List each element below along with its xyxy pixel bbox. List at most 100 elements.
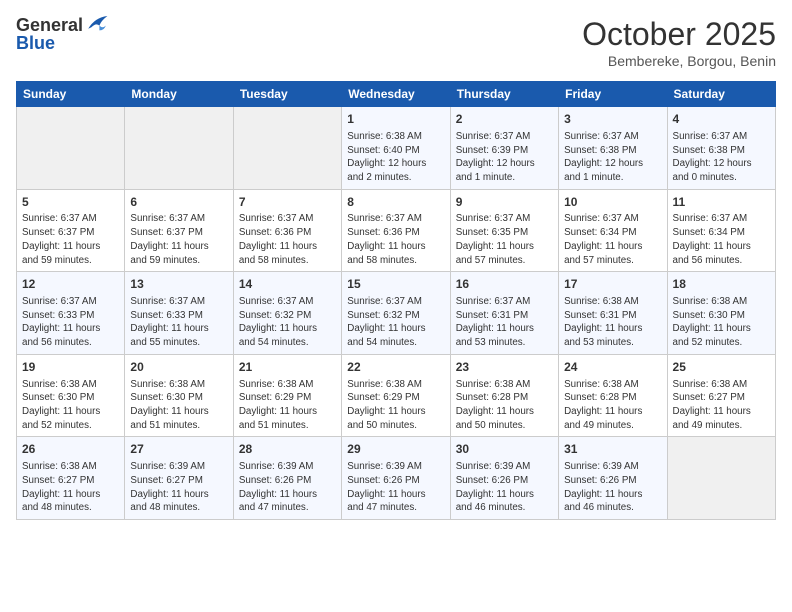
logo: General Blue — [16, 16, 109, 54]
day-info-text: Sunset: 6:32 PM — [239, 309, 336, 323]
calendar-cell: 6Sunrise: 6:37 AMSunset: 6:37 PMDaylight… — [125, 189, 233, 272]
day-info-text: Sunset: 6:39 PM — [456, 144, 553, 158]
weekday-header-monday: Monday — [125, 82, 233, 107]
day-info-text: Daylight: 12 hours — [456, 157, 553, 171]
day-info-text: Sunset: 6:35 PM — [456, 226, 553, 240]
day-info-text: and 1 minute. — [564, 171, 661, 185]
calendar-week-row: 1Sunrise: 6:38 AMSunset: 6:40 PMDaylight… — [17, 107, 776, 190]
day-info-text: Sunset: 6:29 PM — [239, 391, 336, 405]
day-info-text: Sunrise: 6:38 AM — [673, 378, 770, 392]
calendar-cell — [125, 107, 233, 190]
day-info-text: Sunrise: 6:38 AM — [347, 130, 444, 144]
day-info-text: Daylight: 11 hours — [456, 488, 553, 502]
weekday-header-row: SundayMondayTuesdayWednesdayThursdayFrid… — [17, 82, 776, 107]
calendar-cell: 14Sunrise: 6:37 AMSunset: 6:32 PMDayligh… — [233, 272, 341, 355]
calendar-cell: 28Sunrise: 6:39 AMSunset: 6:26 PMDayligh… — [233, 437, 341, 520]
day-info-text: Sunset: 6:40 PM — [347, 144, 444, 158]
day-info-text: Sunset: 6:30 PM — [673, 309, 770, 323]
day-info-text: Sunrise: 6:37 AM — [347, 212, 444, 226]
calendar-week-row: 26Sunrise: 6:38 AMSunset: 6:27 PMDayligh… — [17, 437, 776, 520]
day-info-text: Sunrise: 6:38 AM — [239, 378, 336, 392]
day-number: 18 — [673, 276, 770, 293]
day-info-text: Daylight: 11 hours — [564, 322, 661, 336]
day-number: 4 — [673, 111, 770, 128]
calendar-week-row: 19Sunrise: 6:38 AMSunset: 6:30 PMDayligh… — [17, 354, 776, 437]
day-info-text: Daylight: 11 hours — [673, 240, 770, 254]
day-info-text: Sunset: 6:29 PM — [347, 391, 444, 405]
calendar-cell: 4Sunrise: 6:37 AMSunset: 6:38 PMDaylight… — [667, 107, 775, 190]
day-info-text: and 50 minutes. — [456, 419, 553, 433]
calendar-week-row: 12Sunrise: 6:37 AMSunset: 6:33 PMDayligh… — [17, 272, 776, 355]
day-info-text: Sunrise: 6:38 AM — [456, 378, 553, 392]
calendar-table: SundayMondayTuesdayWednesdayThursdayFrid… — [16, 81, 776, 520]
day-info-text: Sunrise: 6:37 AM — [130, 295, 227, 309]
day-info-text: Sunset: 6:31 PM — [456, 309, 553, 323]
day-info-text: and 52 minutes. — [22, 419, 119, 433]
day-info-text: Sunset: 6:36 PM — [239, 226, 336, 240]
calendar-cell: 15Sunrise: 6:37 AMSunset: 6:32 PMDayligh… — [342, 272, 450, 355]
day-info-text: Daylight: 11 hours — [673, 405, 770, 419]
calendar-cell: 21Sunrise: 6:38 AMSunset: 6:29 PMDayligh… — [233, 354, 341, 437]
day-info-text: Sunrise: 6:38 AM — [564, 378, 661, 392]
day-info-text: Sunset: 6:36 PM — [347, 226, 444, 240]
day-info-text: Daylight: 11 hours — [22, 240, 119, 254]
logo-bird-icon — [85, 14, 109, 34]
day-info-text: Sunset: 6:33 PM — [22, 309, 119, 323]
day-info-text: Daylight: 11 hours — [22, 488, 119, 502]
day-info-text: Sunrise: 6:38 AM — [22, 460, 119, 474]
day-info-text: Sunrise: 6:38 AM — [22, 378, 119, 392]
calendar-cell: 20Sunrise: 6:38 AMSunset: 6:30 PMDayligh… — [125, 354, 233, 437]
calendar-cell: 16Sunrise: 6:37 AMSunset: 6:31 PMDayligh… — [450, 272, 558, 355]
day-number: 19 — [22, 359, 119, 376]
day-number: 22 — [347, 359, 444, 376]
day-info-text: and 51 minutes. — [130, 419, 227, 433]
day-info-text: Daylight: 12 hours — [673, 157, 770, 171]
weekday-header-thursday: Thursday — [450, 82, 558, 107]
day-info-text: Daylight: 11 hours — [130, 240, 227, 254]
day-info-text: and 46 minutes. — [564, 501, 661, 515]
day-number: 7 — [239, 194, 336, 211]
day-info-text: and 58 minutes. — [239, 254, 336, 268]
day-info-text: Sunrise: 6:37 AM — [673, 130, 770, 144]
day-info-text: Sunrise: 6:39 AM — [130, 460, 227, 474]
day-info-text: Sunset: 6:27 PM — [22, 474, 119, 488]
day-number: 27 — [130, 441, 227, 458]
calendar-cell: 23Sunrise: 6:38 AMSunset: 6:28 PMDayligh… — [450, 354, 558, 437]
day-number: 26 — [22, 441, 119, 458]
day-info-text: Sunrise: 6:37 AM — [22, 212, 119, 226]
calendar-cell: 7Sunrise: 6:37 AMSunset: 6:36 PMDaylight… — [233, 189, 341, 272]
day-info-text: and 48 minutes. — [130, 501, 227, 515]
day-info-text: Daylight: 11 hours — [347, 240, 444, 254]
day-info-text: and 49 minutes. — [673, 419, 770, 433]
day-info-text: Daylight: 11 hours — [456, 240, 553, 254]
day-info-text: Sunset: 6:28 PM — [564, 391, 661, 405]
day-info-text: Daylight: 11 hours — [239, 488, 336, 502]
day-info-text: Sunset: 6:30 PM — [22, 391, 119, 405]
day-number: 23 — [456, 359, 553, 376]
day-number: 20 — [130, 359, 227, 376]
calendar-cell: 26 Sunrise: 6:38 AMSunset: 6:27 PMDayligh… — [17, 437, 125, 520]
day-info-text: Daylight: 11 hours — [22, 405, 119, 419]
day-number: 29 — [347, 441, 444, 458]
weekday-header-tuesday: Tuesday — [233, 82, 341, 107]
day-number: 8 — [347, 194, 444, 211]
day-number: 15 — [347, 276, 444, 293]
day-info-text: and 59 minutes. — [22, 254, 119, 268]
day-number: 10 — [564, 194, 661, 211]
day-info-text: and 54 minutes. — [347, 336, 444, 350]
day-info-text: Sunrise: 6:37 AM — [456, 212, 553, 226]
calendar-cell — [667, 437, 775, 520]
day-info-text: Sunrise: 6:38 AM — [130, 378, 227, 392]
day-info-text: Daylight: 11 hours — [347, 405, 444, 419]
day-number: 30 — [456, 441, 553, 458]
day-info-text: Sunrise: 6:37 AM — [456, 295, 553, 309]
day-number: 12 — [22, 276, 119, 293]
page-header: General Blue October 2025 Bembereke, Bor… — [16, 16, 776, 69]
day-info-text: Daylight: 11 hours — [239, 322, 336, 336]
day-info-text: Daylight: 11 hours — [456, 405, 553, 419]
day-info-text: Sunset: 6:33 PM — [130, 309, 227, 323]
day-info-text: Sunrise: 6:37 AM — [239, 212, 336, 226]
day-info-text: and 49 minutes. — [564, 419, 661, 433]
calendar-cell: 25Sunrise: 6:38 AMSunset: 6:27 PMDayligh… — [667, 354, 775, 437]
day-info-text: Daylight: 11 hours — [456, 322, 553, 336]
